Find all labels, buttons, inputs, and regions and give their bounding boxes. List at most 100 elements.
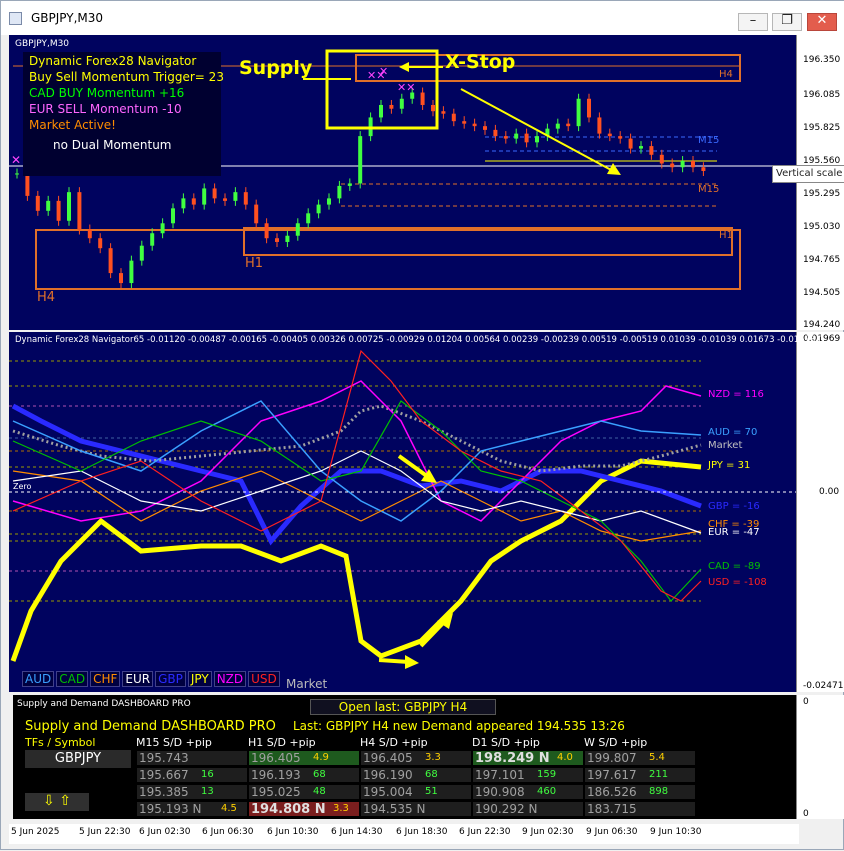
dashboard-scale: 0 0 — [796, 695, 844, 819]
col-header: W S/D +pip — [584, 736, 648, 749]
legend-item-eur[interactable]: EUR — [122, 671, 154, 687]
time-tick: 9 Jun 06:30 — [586, 827, 638, 837]
sd-level: 195.025 — [251, 785, 301, 799]
currency-strength-label: NZD = 116 — [708, 389, 764, 400]
legend-item-jpy[interactable]: JPY — [187, 671, 212, 687]
legend-item-usd[interactable]: USD — [248, 671, 280, 687]
dashboard-scale-bottom: 0 — [803, 809, 809, 819]
sd-cell[interactable]: 197.101 159 — [472, 767, 584, 783]
sd-level: 197.617 — [587, 768, 637, 782]
legend-item-cad[interactable]: CAD — [56, 671, 89, 687]
time-tick: 6 Jun 22:30 — [459, 827, 511, 837]
sd-level: 196.405 — [363, 751, 413, 765]
time-axis: 5 Jun 2025 5 Jun 22:30 6 Jun 02:30 6 Jun 06… — [9, 824, 799, 844]
sd-level: 196.193 — [251, 768, 301, 782]
terminal-window: GBPJPY,M30 – ❐ ✕ 196.350 196.085 195.825… — [0, 0, 844, 850]
sd-cell[interactable]: 196.190 68 — [360, 767, 472, 783]
sd-cell[interactable]: 195.743 — [136, 750, 248, 766]
col-header: TFs / Symbol — [25, 736, 96, 749]
legend-item-chf[interactable]: CHF — [90, 671, 121, 687]
dashboard-title: Supply and Demand DASHBOARD PRO — [25, 719, 276, 734]
sd-level: 196.405 — [251, 751, 301, 765]
time-tick: 5 Jun 22:30 — [79, 827, 131, 837]
time-tick: 6 Jun 06:30 — [202, 827, 254, 837]
zero-label: Zero — [13, 482, 32, 491]
currency-strength-label: Market — [708, 440, 743, 451]
sd-cell[interactable]: 195.193 N 4.5 — [136, 801, 248, 817]
sd-level: 194.535 N — [363, 802, 426, 816]
indicator-lines — [9, 349, 702, 662]
sd-cell[interactable]: 190.292 N — [472, 801, 584, 817]
col-header: H1 S/D +pip — [248, 736, 316, 749]
sd-pips: 159 — [537, 769, 557, 780]
col-header: M15 S/D +pip — [136, 736, 212, 749]
currency-strength-label: EUR = -47 — [708, 527, 760, 538]
sd-pips: 16 — [201, 769, 214, 780]
time-tick: 9 Jun 10:30 — [650, 827, 702, 837]
time-tick: 6 Jun 18:30 — [396, 827, 448, 837]
sd-cell[interactable]: 195.385 13 — [136, 784, 248, 800]
time-tick: 5 Jun 2025 — [11, 827, 60, 837]
open-last-button[interactable]: Open last: GBPJPY H4 — [310, 699, 496, 715]
time-tick: 9 Jun 02:30 — [522, 827, 574, 837]
sd-pips: 5.4 — [649, 752, 665, 763]
sd-cell[interactable]: 197.617 211 — [584, 767, 696, 783]
sd-pips: 68 — [425, 769, 438, 780]
time-tick: 6 Jun 14:30 — [331, 827, 383, 837]
yellow-right-arrowhead — [405, 655, 419, 669]
sd-cell[interactable]: 196.193 68 — [248, 767, 360, 783]
legend-item-gbp[interactable]: GBP — [155, 671, 186, 687]
sd-level: 199.807 — [587, 751, 637, 765]
dashboard-scale-top: 0 — [803, 697, 809, 707]
sd-pips: 4.5 — [221, 803, 237, 814]
sd-pips: 51 — [425, 786, 438, 797]
direction-arrows[interactable]: ⇩ ⇧ — [25, 793, 89, 811]
time-tick: 6 Jun 10:30 — [267, 827, 319, 837]
sd-pips: 460 — [537, 786, 557, 797]
yellow-right-arrow — [378, 658, 410, 664]
currency-strength-label: USD = -108 — [708, 577, 767, 588]
sd-cell[interactable]: 195.004 51 — [360, 784, 472, 800]
sd-level: 190.292 N — [475, 802, 538, 816]
sd-cell[interactable]: 190.908 460 — [472, 784, 584, 800]
time-tick: 6 Jun 02:30 — [139, 827, 191, 837]
sd-cell[interactable]: 196.405 3.3 — [360, 750, 472, 766]
currency-strength-label: AUD = 70 — [708, 427, 758, 438]
sd-cell[interactable]: 194.535 N — [360, 801, 472, 817]
sd-level: 195.193 N — [139, 802, 202, 816]
currency-strength-label: CAD = -89 — [708, 561, 761, 572]
supply-demand-dashboard: Supply and Demand DASHBOARD PRO Open las… — [13, 695, 796, 819]
sd-cell[interactable]: 194.808 N 3.3 — [248, 801, 360, 817]
sd-cell[interactable]: 196.405 4.9 — [248, 750, 360, 766]
legend-item-aud[interactable]: AUD — [22, 671, 55, 687]
sd-level: 195.667 — [139, 768, 189, 782]
sd-pips: 3.3 — [425, 752, 441, 763]
sd-level: 190.908 — [475, 785, 525, 799]
currency-legend: AUD CAD CHF EUR GBP JPY NZD USD — [22, 671, 280, 687]
legend-item-nzd[interactable]: NZD — [213, 671, 247, 687]
sd-pips: 3.3 — [333, 803, 349, 814]
sd-level: 195.743 — [139, 751, 189, 765]
sd-pips: 48 — [313, 786, 326, 797]
dashboard-header: Supply and Demand DASHBOARD PRO — [17, 699, 191, 709]
sd-level: 195.004 — [363, 785, 413, 799]
sd-cell[interactable]: 183.715 — [584, 801, 696, 817]
market-legend: Market — [286, 677, 328, 691]
sd-level: 195.385 — [139, 785, 189, 799]
sd-level: 183.715 — [587, 802, 637, 816]
indicator-header: Dynamic Forex28 Navigator65 -0.01120 -0.… — [15, 335, 824, 345]
sd-cell[interactable]: 186.526 898 — [584, 784, 696, 800]
sd-level: 197.101 — [475, 768, 525, 782]
sd-cell[interactable]: 198.249 N 4.0 — [472, 750, 584, 766]
symbol-cell[interactable]: GBPJPY — [25, 750, 131, 768]
sd-level: 194.808 N — [251, 802, 326, 817]
sd-pips: 68 — [313, 769, 326, 780]
sd-pips: 13 — [201, 786, 214, 797]
sd-level: 196.190 — [363, 768, 413, 782]
last-event: Last: GBPJPY H4 new Demand appeared 194.… — [293, 719, 625, 733]
sd-cell[interactable]: 199.807 5.4 — [584, 750, 696, 766]
sd-level: 198.249 N — [475, 751, 550, 766]
sd-cell[interactable]: 195.025 48 — [248, 784, 360, 800]
sd-pips: 4.0 — [557, 752, 573, 763]
sd-cell[interactable]: 195.667 16 — [136, 767, 248, 783]
